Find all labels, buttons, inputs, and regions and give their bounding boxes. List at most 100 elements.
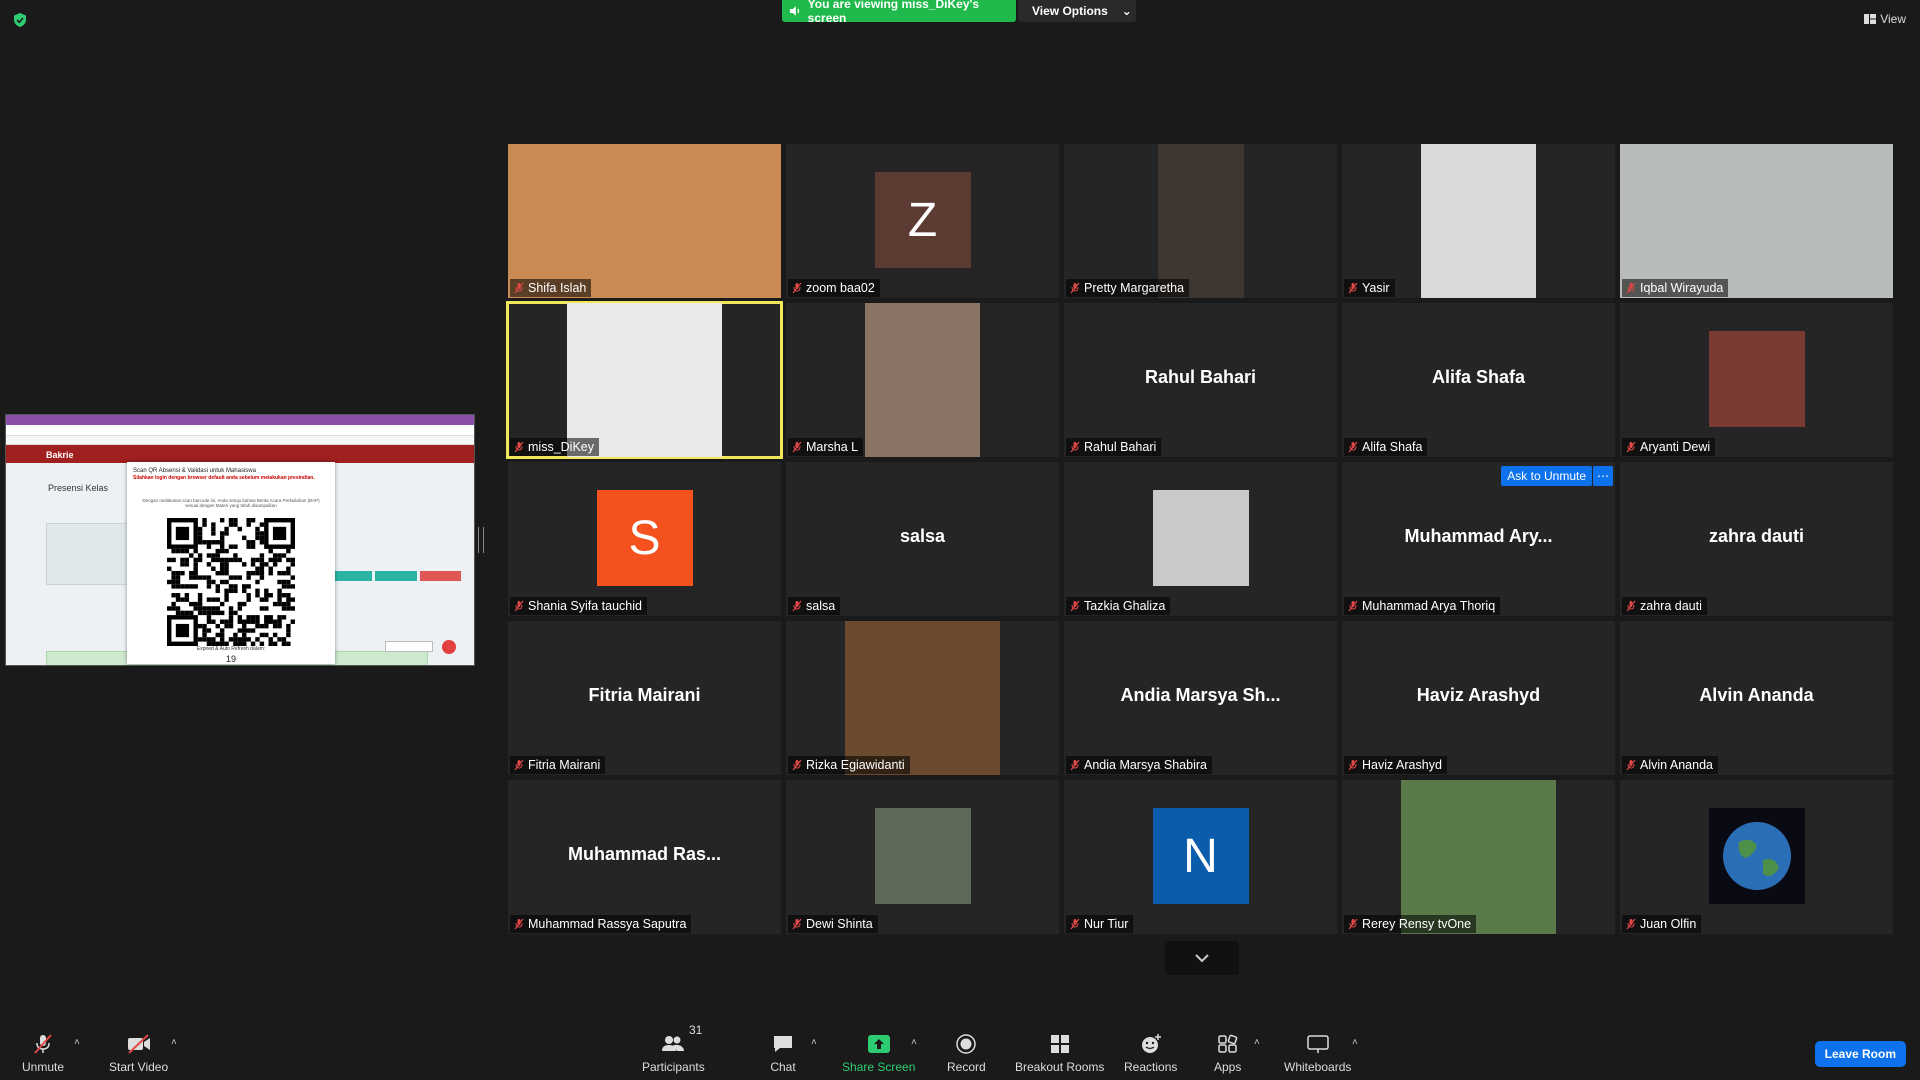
record-button[interactable]: Record [947, 1033, 986, 1074]
participant-tile[interactable]: Shifa Islah [508, 144, 781, 298]
security-shield-icon[interactable] [12, 12, 28, 28]
participant-tile[interactable]: zahra dauti zahra dauti [1620, 462, 1893, 616]
participant-tile[interactable]: N Nur Tiur [1064, 780, 1337, 934]
participant-name: Shania Syifa tauchid [528, 599, 642, 613]
reactions-icon [1141, 1034, 1161, 1053]
chat-bubble-icon[interactable] [442, 640, 456, 654]
microphone-muted-icon [34, 1034, 52, 1054]
microphone-muted-icon [514, 441, 524, 453]
participant-tile[interactable]: Aryanti Dewi [1620, 303, 1893, 457]
avatar-letter: S [628, 511, 661, 565]
participant-tile[interactable]: Haviz Arashyd Haviz Arashyd [1342, 621, 1615, 775]
qr-code [167, 518, 295, 646]
microphone-muted-icon [1626, 918, 1636, 930]
participant-name: Shifa Islah [528, 281, 587, 295]
participant-tile[interactable]: Iqbal Wirayuda [1620, 144, 1893, 298]
gallery-next-page-button[interactable] [1165, 941, 1239, 975]
participant-name-tag: Iqbal Wirayuda [1622, 279, 1729, 297]
participant-tile[interactable]: salsa salsa [786, 462, 1059, 616]
participant-name: Alvin Ananda [1640, 758, 1713, 772]
participant-name-tag: miss_DiKey [510, 438, 599, 456]
participant-tile[interactable]: Rahul Bahari Rahul Bahari [1064, 303, 1337, 457]
browser-tab-strip [6, 415, 474, 425]
ask-to-unmute-button[interactable]: Ask to Unmute [1501, 466, 1592, 486]
modal-title: Scan QR Absensi & Validasi untuk Mahasis… [133, 468, 256, 474]
participant-tile[interactable]: Marsha L [786, 303, 1059, 457]
qr-modal: Scan QR Absensi & Validasi untuk Mahasis… [127, 462, 335, 664]
whiteboards-label: Whiteboards [1284, 1060, 1352, 1074]
participant-tile[interactable]: Andia Marsya Sh... Andia Marsya Shabira [1064, 621, 1337, 775]
participant-name-tag: Alvin Ananda [1622, 756, 1718, 774]
participant-tile[interactable]: Fitria Mairani Fitria Mairani [508, 621, 781, 775]
view-options-button[interactable]: View Options ⌄ [1018, 0, 1136, 22]
participant-name-tag: Juan Olfin [1622, 915, 1702, 933]
chat-options-caret[interactable]: ˄ [811, 1037, 817, 1048]
participants-button[interactable]: Participants [642, 1033, 705, 1074]
start-video-button[interactable]: Start Video [109, 1033, 168, 1074]
participant-tile[interactable]: S Shania Syifa tauchid [508, 462, 781, 616]
participant-name-tag: salsa [788, 597, 841, 615]
participant-video [865, 303, 980, 457]
whiteboards-button[interactable]: Whiteboards [1284, 1033, 1351, 1074]
record-label: Record [947, 1060, 986, 1074]
apps-options-caret[interactable]: ˄ [1254, 1037, 1260, 1048]
participant-name-tag: zoom baa02 [788, 279, 880, 297]
breakout-rooms-label: Breakout Rooms [1015, 1060, 1105, 1074]
microphone-muted-icon [1348, 759, 1358, 771]
breakout-rooms-icon [1050, 1035, 1069, 1053]
participant-tile[interactable]: Alifa Shafa Alifa Shafa [1342, 303, 1615, 457]
participant-tile[interactable]: Muhammad Ary... Ask to Unmute ⋯ Muhammad Ar… [1342, 462, 1615, 616]
participant-tile[interactable]: Zzoom baa02 [786, 144, 1059, 298]
participant-tile[interactable]: Dewi Shinta [786, 780, 1059, 934]
more-options-icon[interactable]: ⋯ [1593, 466, 1613, 486]
participant-display-name: Fitria Mairani [588, 685, 701, 705]
participant-display-name: Rahul Bahari [1144, 367, 1257, 387]
view-button[interactable]: View [1864, 12, 1906, 26]
start-video-label: Start Video [109, 1060, 169, 1074]
microphone-muted-icon [792, 759, 802, 771]
share-screen-button[interactable]: Share Screen [842, 1033, 915, 1074]
participant-avatar: Z [874, 172, 971, 268]
participant-tile[interactable]: Yasir [1342, 144, 1615, 298]
breakout-rooms-button[interactable]: Breakout Rooms [1015, 1033, 1104, 1074]
participant-tile[interactable]: miss_DiKey [506, 301, 783, 459]
microphone-muted-icon [792, 918, 802, 930]
participant-avatar: S [596, 490, 693, 586]
participant-name: Nur Tiur [1084, 917, 1129, 931]
whiteboards-options-caret[interactable]: ˄ [1352, 1037, 1358, 1048]
participant-video [874, 808, 971, 904]
participant-name: Andia Marsya Shabira [1084, 758, 1207, 772]
microphone-muted-icon [514, 759, 524, 771]
audio-options-caret[interactable]: ˄ [74, 1037, 80, 1048]
chat-button[interactable]: Chat [770, 1033, 796, 1074]
split-view-handle[interactable] [478, 527, 484, 553]
participant-name-tag: Andia Marsya Shabira [1066, 756, 1212, 774]
participant-tile[interactable]: Rizka Egiawidanti [786, 621, 1059, 775]
reactions-button[interactable]: Reactions [1124, 1033, 1177, 1074]
participant-video [1157, 144, 1244, 298]
share-options-caret[interactable]: ˄ [911, 1037, 917, 1048]
participant-avatar [1708, 808, 1805, 904]
view-label: View [1880, 12, 1906, 26]
participant-tile[interactable]: Juan Olfin [1620, 780, 1893, 934]
apps-button[interactable]: Apps [1214, 1033, 1241, 1074]
participant-name: Rerey Rensy tvOne [1362, 917, 1472, 931]
participant-name: Rizka Egiawidanti [806, 758, 905, 772]
action-buttons [331, 571, 461, 581]
leave-room-button[interactable]: Leave Room [1814, 1041, 1906, 1067]
participant-tile[interactable]: Rerey Rensy tvOne [1342, 780, 1615, 934]
video-options-caret[interactable]: ˄ [171, 1037, 177, 1048]
participant-tile[interactable]: Muhammad Ras... Muhammad Rassya Saputra [508, 780, 781, 934]
unmute-button[interactable]: Unmute [22, 1033, 64, 1074]
participant-name: salsa [806, 599, 836, 613]
speaker-icon [789, 6, 800, 16]
meeting-toolbar: Unmute ˄ Start Video ˄ Participants 31 C… [0, 1014, 1920, 1080]
participant-video [567, 303, 722, 457]
participant-display-name: Alifa Shafa [1431, 367, 1526, 387]
participant-video [1152, 490, 1249, 586]
participants-label: Participants [642, 1060, 705, 1074]
participant-tile[interactable]: Alvin Ananda Alvin Ananda [1620, 621, 1893, 775]
participant-tile[interactable]: Tazkia Ghaliza [1064, 462, 1337, 616]
participant-tile[interactable]: Pretty Margaretha [1064, 144, 1337, 298]
participant-name-tag: Aryanti Dewi [1622, 438, 1716, 456]
